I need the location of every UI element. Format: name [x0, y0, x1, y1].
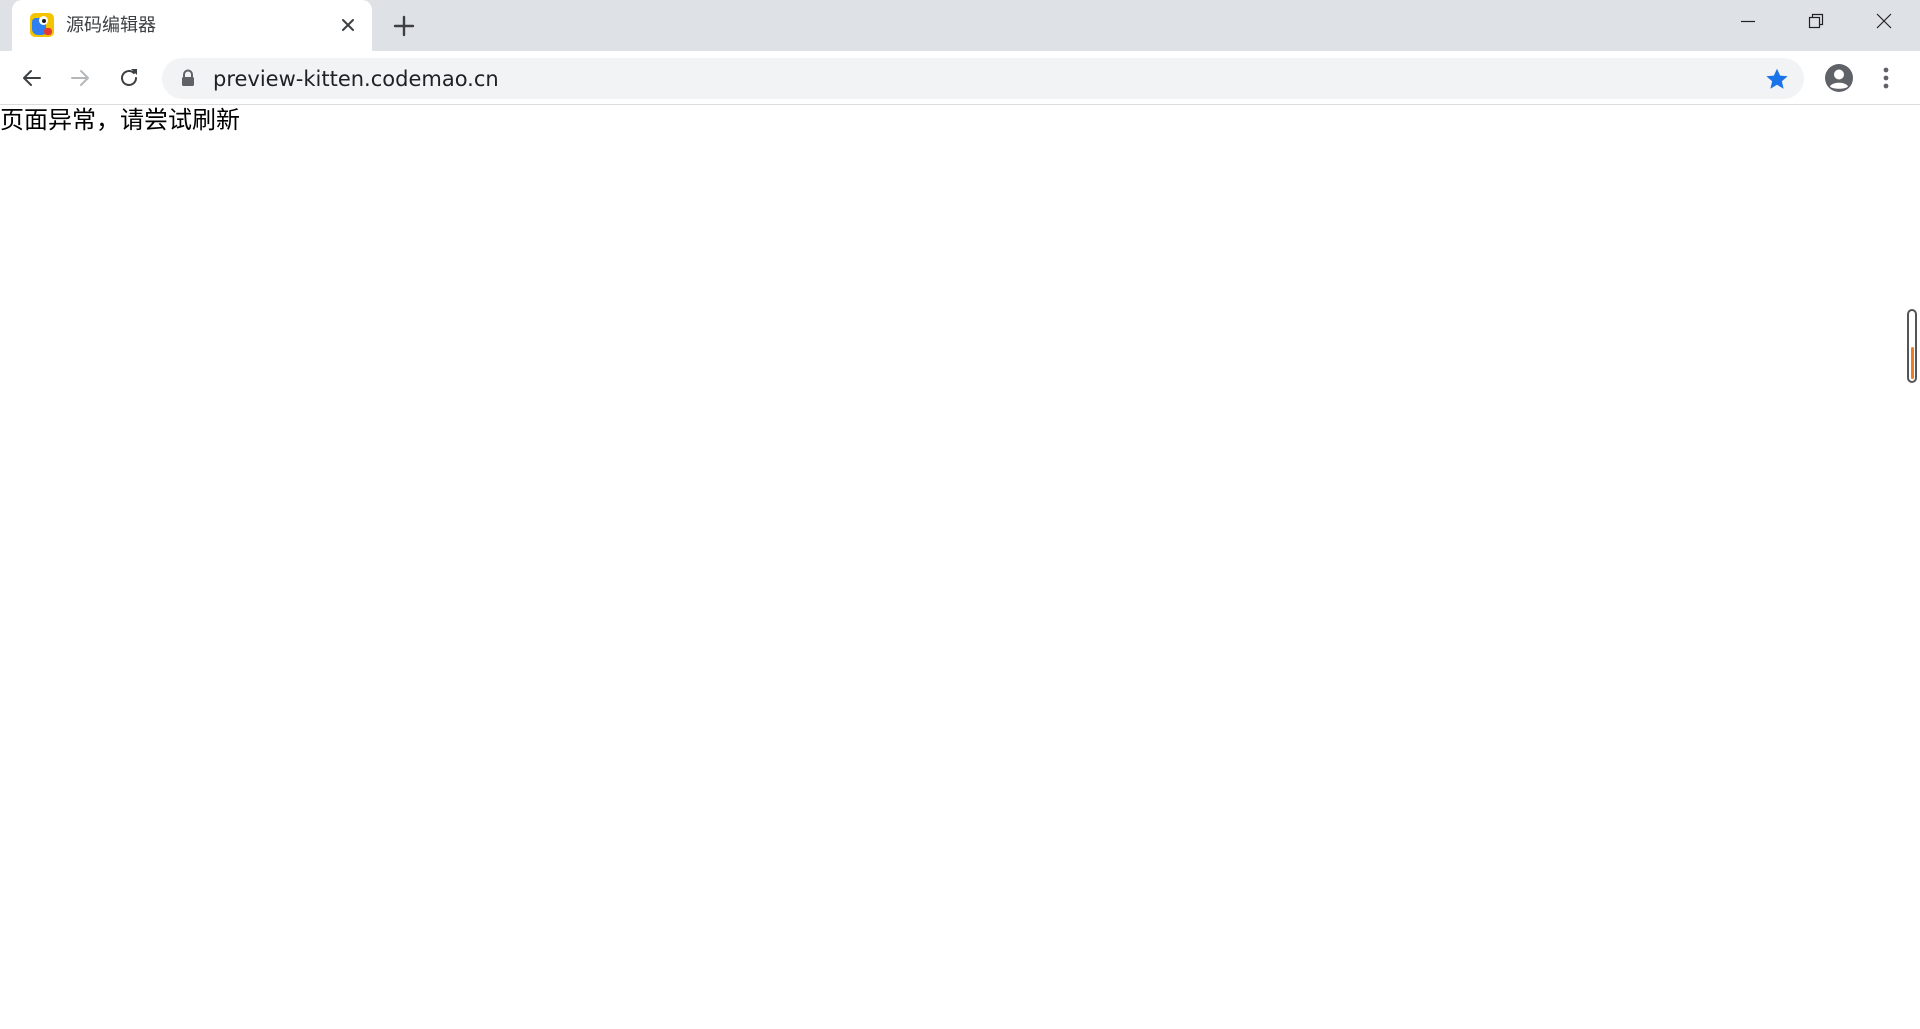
tab-active[interactable]: 源码编辑器 [12, 0, 372, 51]
tab-strip: 源码编辑器 [0, 0, 1920, 51]
kebab-menu-icon[interactable] [1876, 63, 1896, 93]
side-scroll-handle[interactable] [1907, 309, 1917, 383]
tab-title: 源码编辑器 [66, 15, 156, 36]
arrow-right-icon[interactable] [64, 62, 96, 94]
browser-window: 源码编辑器 preview-kitten.codemao.cn 页面异常，请尝试… [0, 0, 1920, 1029]
plus-icon[interactable] [390, 12, 418, 40]
error-message: 页面异常，请尝试刷新 [0, 106, 240, 134]
url-text[interactable]: preview-kitten.codemao.cn [213, 67, 499, 91]
side-scroll-indicator [1911, 347, 1914, 379]
account-circle-icon[interactable] [1824, 63, 1854, 93]
reload-icon[interactable] [113, 62, 145, 94]
page-content: 页面异常，请尝试刷新 [0, 106, 1920, 1029]
window-close-icon[interactable] [1850, 0, 1918, 42]
restore-icon[interactable] [1782, 0, 1850, 42]
close-icon[interactable] [336, 13, 360, 37]
address-bar[interactable]: preview-kitten.codemao.cn [162, 58, 1804, 99]
minimize-icon[interactable] [1714, 0, 1782, 42]
arrow-left-icon[interactable] [16, 62, 48, 94]
lock-icon[interactable] [180, 69, 196, 87]
codemao-app-icon [30, 13, 54, 37]
browser-toolbar: preview-kitten.codemao.cn [0, 51, 1920, 105]
star-icon[interactable] [1764, 66, 1790, 92]
